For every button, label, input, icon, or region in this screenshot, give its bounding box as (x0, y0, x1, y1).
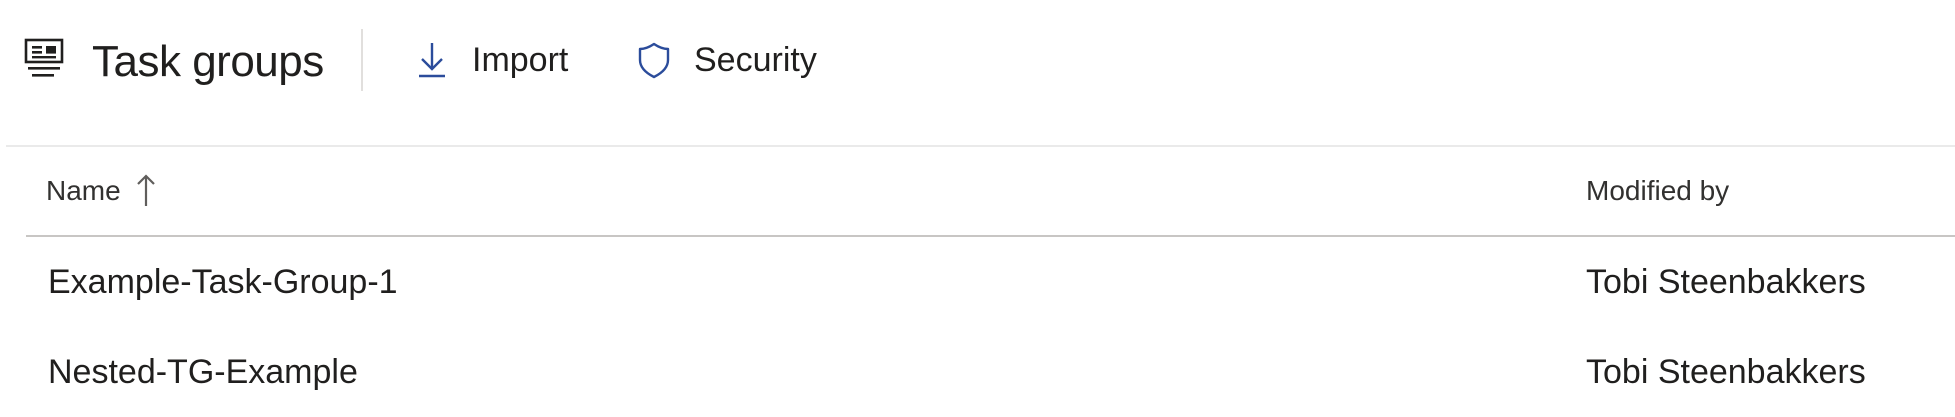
task-groups-icon (24, 38, 64, 77)
download-icon (419, 43, 445, 78)
table-row[interactable]: Example-Task-Group-1 Tobi Steenbakkers (26, 237, 1955, 327)
toolbar-divider (361, 29, 363, 91)
page-title: Task groups (92, 37, 324, 86)
modified-by-cell: Tobi Steenbakkers (1586, 262, 1866, 301)
modified-by-cell: Tobi Steenbakkers (1586, 352, 1866, 391)
shield-icon (638, 42, 670, 79)
table-header: Name Modified by (26, 147, 1955, 235)
toolbar: Task groups Import Security (0, 0, 1955, 122)
table-body: Example-Task-Group-1 Tobi Steenbakkers N… (26, 237, 1955, 417)
column-header-modified-by[interactable]: Modified by (1586, 147, 1729, 235)
task-group-name[interactable]: Nested-TG-Example (48, 327, 358, 417)
import-label: Import (472, 40, 569, 79)
security-button[interactable]: Security (634, 28, 817, 92)
column-header-name-label: Name (46, 175, 121, 206)
task-group-name[interactable]: Example-Task-Group-1 (48, 237, 398, 327)
table-row[interactable]: Nested-TG-Example Tobi Steenbakkers (26, 327, 1955, 417)
import-button[interactable]: Import (412, 28, 568, 92)
column-header-name[interactable]: Name (46, 147, 159, 235)
security-label: Security (694, 40, 817, 79)
arrow-up-icon (136, 174, 155, 206)
